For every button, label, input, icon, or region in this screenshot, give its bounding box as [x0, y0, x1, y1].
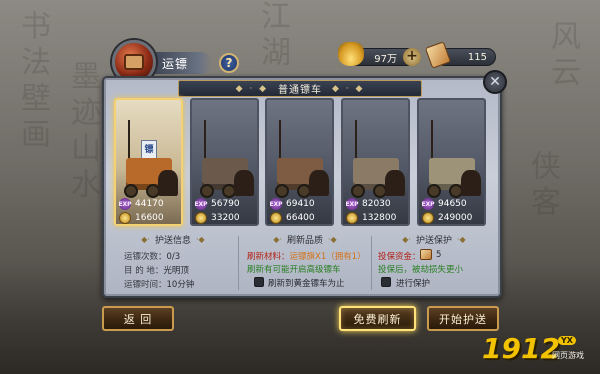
cart-exp-row: EXP 44170	[118, 198, 178, 210]
token-value: 115	[467, 51, 487, 63]
insurance-cost-value: 5	[436, 250, 442, 260]
heading-ornament-right: ◆ · ◆	[332, 83, 365, 94]
refresh-until-gold-label: 刷新到黄金镖车为止	[268, 279, 345, 289]
exp-icon: EXP	[269, 198, 283, 210]
escort-cart-card[interactable]: 镖 EXP 44170 16600	[114, 98, 183, 226]
watermark-logo: 1912	[482, 332, 560, 365]
cart-coin-value: 66400	[286, 213, 315, 223]
heading-ornament-left: ◆ · ◆	[235, 83, 268, 94]
destination-value: 光明顶	[163, 266, 189, 276]
destination-row: 目 的 地：光明顶	[124, 264, 189, 276]
back-button[interactable]: 返 回	[102, 306, 174, 331]
coin-icon	[346, 212, 358, 224]
escort-info-title: ◆· 护送信息 ·◆	[141, 234, 205, 246]
cart-exp-row: EXP 82030	[345, 198, 405, 210]
gold-ingot-icon	[338, 42, 364, 66]
exp-icon: EXP	[345, 198, 359, 210]
refresh-material-value: 运镖旗X1（拥有1）	[289, 252, 366, 262]
refresh-quality-title: ◆· 刷新品质 ·◆	[273, 234, 337, 246]
gold-value: 97万	[374, 53, 397, 65]
watermark-badge: YX	[558, 336, 576, 345]
coin-icon	[195, 212, 207, 224]
cart-banner: 镖	[141, 140, 157, 160]
escort-protect-title: ◆· 护送保护 ·◆	[402, 234, 466, 246]
cart-coin-row: 33200	[195, 212, 254, 224]
escort-count-row: 运镖次数：0/3	[124, 250, 180, 262]
exp-icon: EXP	[421, 198, 435, 210]
cart-exp-value: 69410	[286, 199, 315, 209]
coin-icon	[422, 212, 434, 224]
coin-icon	[270, 212, 282, 224]
cart-coin-row: 249000	[422, 212, 481, 224]
close-button[interactable]: ✕	[483, 70, 507, 94]
cart-coin-row: 66400	[270, 212, 329, 224]
refresh-hint: 刷新有可能开启高级镖车	[247, 265, 341, 275]
section-divider-1	[238, 236, 239, 290]
refresh-until-gold-checkbox[interactable]	[254, 277, 264, 287]
cart-exp-value: 94650	[438, 199, 467, 209]
cart-coin-row: 16600	[119, 212, 178, 224]
cart-wheel	[351, 184, 365, 198]
cart-exp-row: EXP 69410	[269, 198, 329, 210]
horse-figure	[158, 170, 178, 196]
cart-wheel	[124, 184, 138, 198]
cart-coin-value: 249000	[438, 213, 473, 223]
free-refresh-button[interactable]: 免费刷新	[339, 306, 416, 331]
add-gold-button[interactable]: +	[403, 48, 421, 66]
escort-cart-card[interactable]: EXP 56790 33200	[190, 98, 259, 226]
insurance-hint: 投保后，被劫损失更小	[378, 265, 464, 275]
panel-heading: ◆ · ◆ 普通镖车 ◆ · ◆	[178, 80, 422, 97]
cart-coin-value: 33200	[211, 213, 240, 223]
refresh-material-label: 刷新材料：	[247, 252, 290, 262]
escort-cart-card[interactable]: EXP 69410 66400	[265, 98, 334, 226]
escort-cart-card[interactable]: EXP 82030 132800	[341, 98, 410, 226]
horse-figure	[385, 170, 405, 196]
cart-coin-value: 132800	[362, 213, 397, 223]
exp-icon: EXP	[118, 198, 132, 210]
cart-coin-row: 132800	[346, 212, 405, 224]
coin-icon	[119, 212, 131, 224]
insurance-cost-label: 投保资金：	[378, 252, 421, 262]
exp-icon: EXP	[194, 198, 208, 210]
horse-figure	[234, 170, 254, 196]
cart-exp-value: 82030	[362, 199, 391, 209]
help-button[interactable]: ?	[219, 53, 239, 73]
refresh-quality-title-text: 刷新品质	[286, 235, 323, 246]
cart-coin-value: 16600	[135, 213, 164, 223]
insurance-checkbox[interactable]	[381, 277, 391, 287]
section-divider-2	[371, 236, 372, 290]
escort-info-title-text: 护送信息	[154, 235, 191, 246]
escort-time-value: 10分钟	[166, 280, 195, 290]
insurance-cost-row: 投保资金：	[378, 250, 421, 262]
start-escort-button[interactable]: 开始护送	[427, 306, 499, 331]
insurance-checkbox-label: 进行保护	[396, 279, 431, 289]
refresh-material-row: 刷新材料：运镖旗X1（拥有1）	[247, 250, 366, 262]
watermark-subtitle: 网页游戏	[552, 351, 584, 360]
cart-exp-row: EXP 56790	[194, 198, 254, 210]
panel-heading-text: 普通镖车	[278, 85, 322, 96]
cart-wheel	[200, 184, 214, 198]
horse-figure	[309, 170, 329, 196]
window-title: 运镖	[162, 57, 189, 71]
cart-wheel	[427, 184, 441, 198]
escort-protect-title-text: 护送保护	[415, 235, 452, 246]
cart-exp-value: 56790	[211, 199, 240, 209]
cart-exp-row: EXP 94650	[421, 198, 481, 210]
horse-figure	[461, 170, 481, 196]
escort-time-row: 运镖时间：10分钟	[124, 278, 194, 290]
escort-time-label: 运镖时间：	[124, 280, 167, 290]
cart-wheel	[275, 184, 289, 198]
cart-exp-value: 44170	[135, 199, 164, 209]
insurance-token-icon	[420, 249, 432, 260]
escort-cart-card[interactable]: EXP 94650 249000	[417, 98, 486, 226]
escort-count-label: 运镖次数：	[124, 252, 167, 262]
destination-label: 目 的 地：	[124, 266, 164, 276]
escort-count-value: 0/3	[166, 252, 181, 262]
